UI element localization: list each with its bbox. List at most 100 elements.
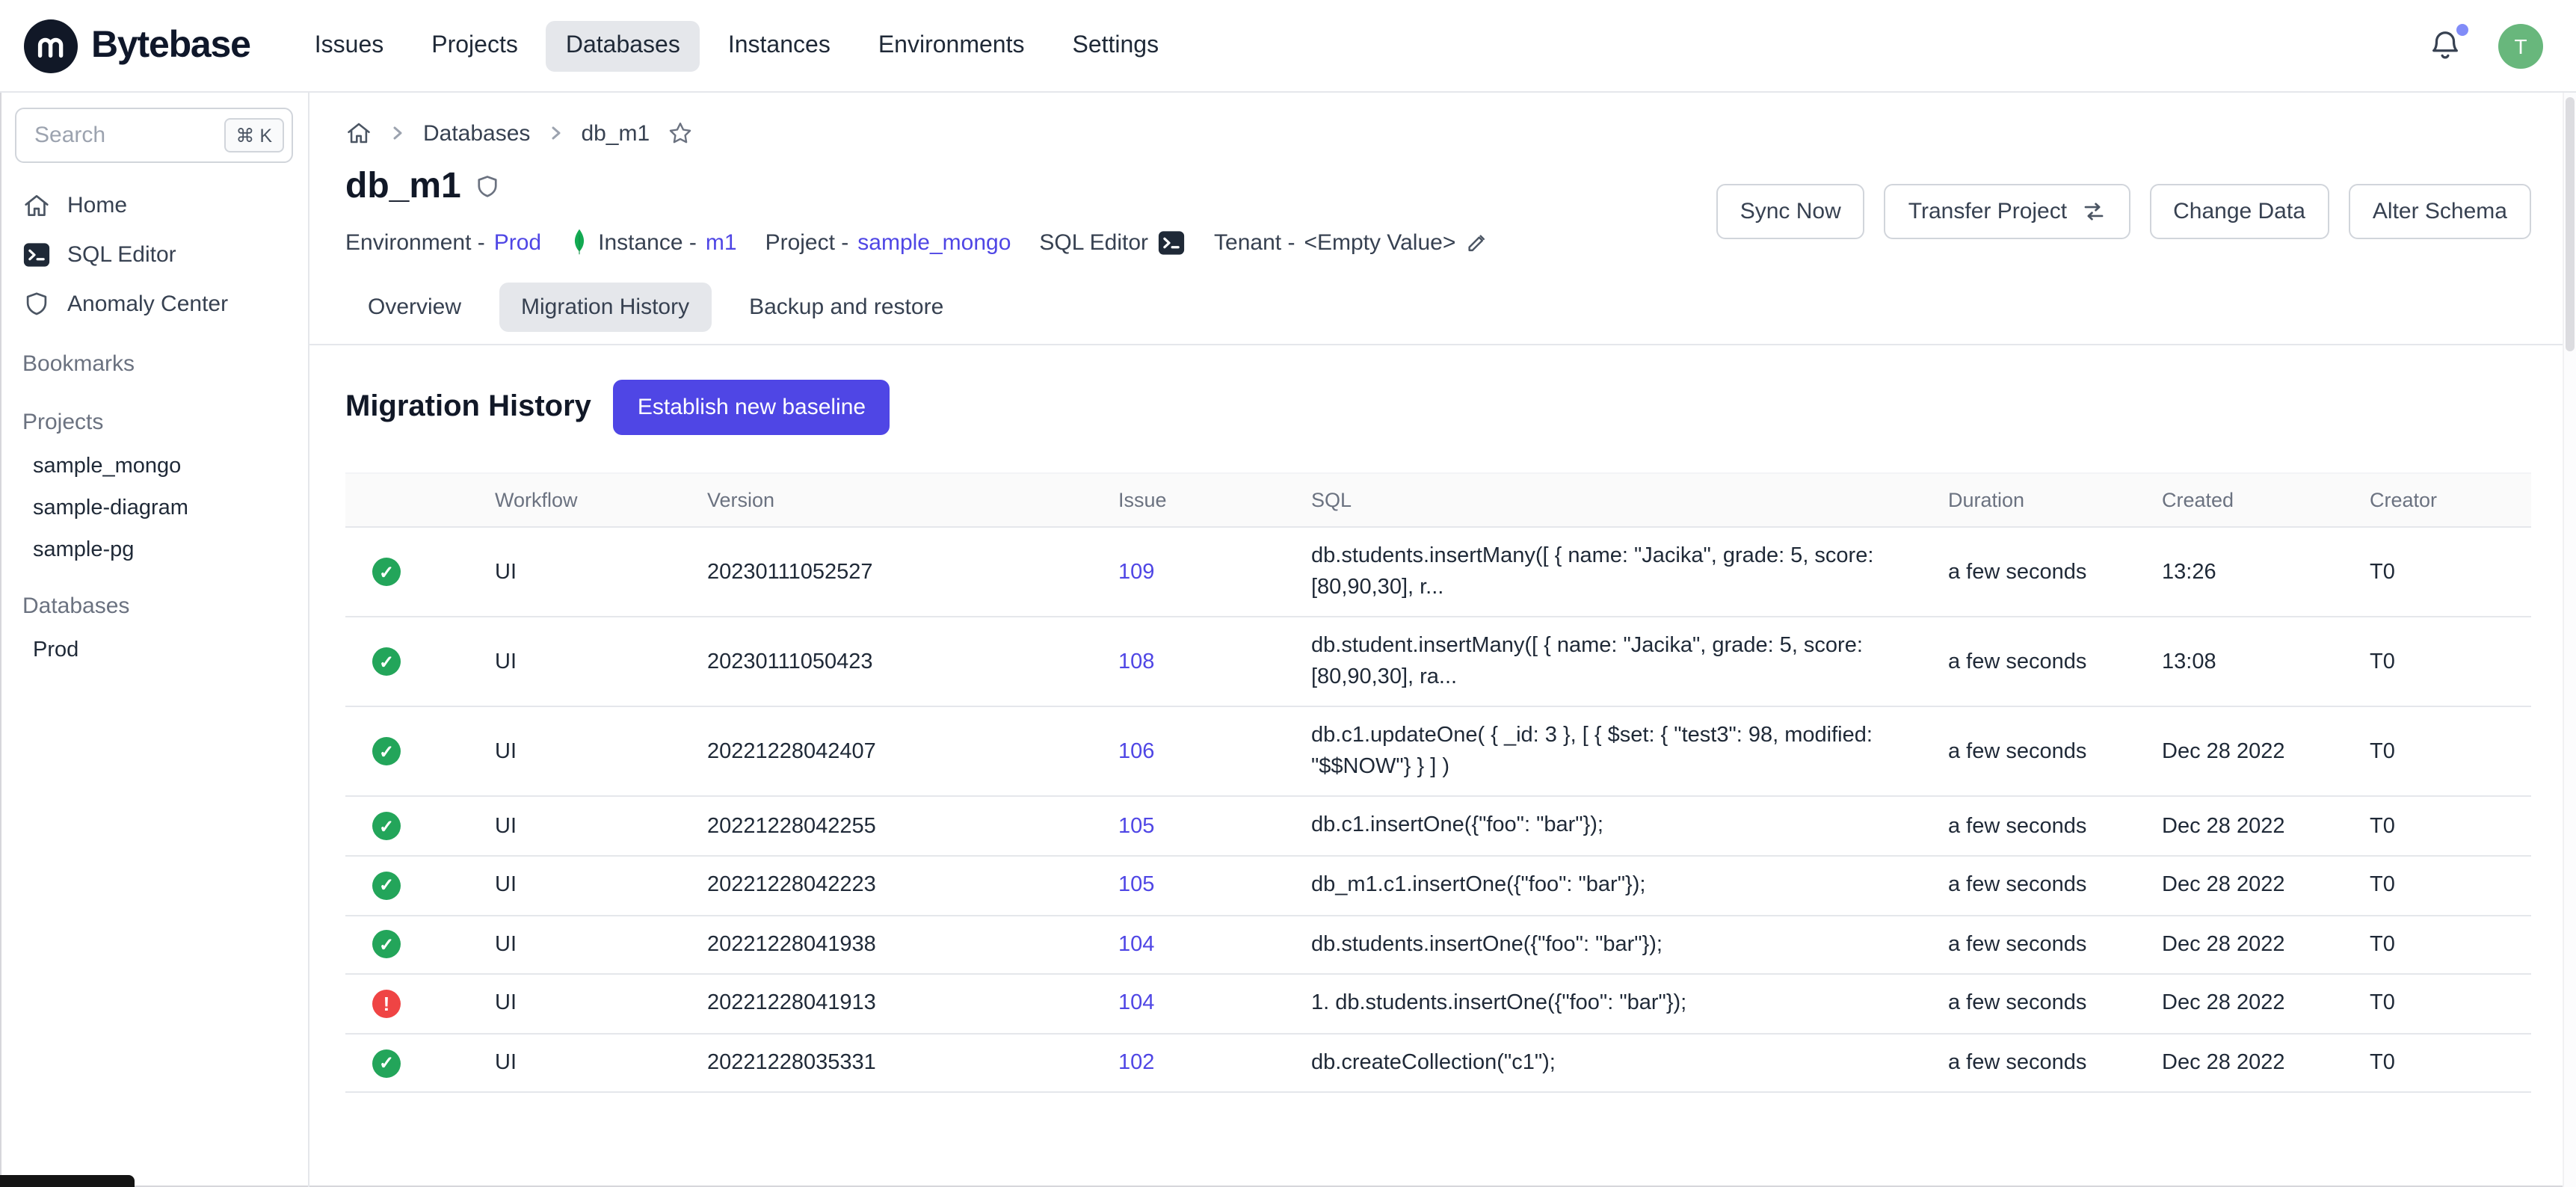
tab-backup-and-restore[interactable]: Backup and restore	[727, 283, 966, 332]
nav-instances[interactable]: Instances	[709, 20, 850, 71]
change-data-button[interactable]: Change Data	[2149, 184, 2329, 239]
sidebar-section-projects: Projects	[0, 387, 308, 445]
migration-status-icon	[372, 558, 401, 586]
sidebar-section-bookmarks: Bookmarks	[0, 329, 308, 387]
page-header: db_m1 Environment - Prod Instance - m1	[345, 166, 2531, 257]
created-cell: 13:08	[2162, 617, 2370, 706]
created-cell: 13:26	[2162, 527, 2370, 617]
issue-link[interactable]: 108	[1118, 650, 1154, 673]
nav-settings[interactable]: Settings	[1053, 20, 1178, 71]
nav-issues[interactable]: Issues	[295, 20, 404, 71]
issue-link[interactable]: 104	[1118, 992, 1154, 1016]
sql-cell: db.c1.insertOne({"foo": "bar"});	[1311, 797, 1948, 856]
project-link[interactable]: sample_mongo	[857, 229, 1011, 255]
workflow-cell: UI	[495, 1034, 707, 1093]
edit-pencil-icon[interactable]	[1464, 230, 1488, 254]
sidebar-item-sql-editor[interactable]: SQL Editor	[0, 230, 308, 280]
migration-status-icon	[372, 647, 401, 676]
sidebar-item-anomaly-center[interactable]: Anomaly Center	[0, 280, 308, 329]
transfer-project-button[interactable]: Transfer Project	[1885, 184, 2130, 239]
migration-history-panel: Migration History Establish new baseline…	[345, 345, 2531, 1094]
avatar-initial: T	[2514, 34, 2527, 58]
alter-schema-button[interactable]: Alter Schema	[2349, 184, 2531, 239]
brand[interactable]: Bytebase	[24, 19, 250, 73]
duration-cell: a few seconds	[1948, 707, 2162, 797]
search-input[interactable]: Search ⌘ K	[15, 108, 293, 163]
tab-migration-history[interactable]: Migration History	[499, 283, 712, 332]
migration-row[interactable]: UI 20221228041913 104 1. db.students.ins…	[345, 974, 2531, 1033]
breadcrumb-databases[interactable]: Databases	[423, 120, 530, 146]
col-creator: Creator	[2370, 473, 2531, 527]
creator-cell: T0	[2370, 856, 2531, 915]
sync-now-button[interactable]: Sync Now	[1716, 184, 1865, 239]
duration-cell: a few seconds	[1948, 915, 2162, 974]
bookmark-star-icon[interactable]	[666, 120, 693, 147]
scrollbar-thumb[interactable]	[2566, 97, 2575, 351]
sql-editor-icon[interactable]	[1157, 228, 1186, 256]
breadcrumb: Databases db_m1	[345, 93, 2531, 147]
issue-link[interactable]: 104	[1118, 933, 1154, 957]
establish-baseline-button[interactable]: Establish new baseline	[614, 380, 890, 435]
created-cell: Dec 28 2022	[2162, 856, 2370, 915]
sql-cell: db.students.insertMany([ { name: "Jacika…	[1311, 527, 1948, 617]
version-cell: 20221228041938	[707, 915, 1118, 974]
sidebar: Search ⌘ K Home SQL Editor Anomaly Cente…	[0, 93, 309, 1187]
nav-environments[interactable]: Environments	[859, 20, 1044, 71]
migration-row[interactable]: UI 20230111052527 109 db.students.insert…	[345, 527, 2531, 617]
col-issue: Issue	[1118, 473, 1311, 527]
nav-projects[interactable]: Projects	[412, 20, 537, 71]
issue-link[interactable]: 109	[1118, 560, 1154, 584]
sidebar-database-prod[interactable]: Prod	[0, 629, 308, 671]
sidebar-item-home[interactable]: Home	[0, 181, 308, 230]
migration-status-icon	[372, 1049, 401, 1077]
page-actions: Sync Now Transfer Project Change Data Al…	[1716, 184, 2531, 239]
main-content: Databases db_m1 db_m1 Environment - Prod	[309, 93, 2576, 1187]
environment-link[interactable]: Prod	[494, 229, 541, 255]
issue-link[interactable]: 105	[1118, 815, 1154, 839]
chevron-right-icon	[389, 124, 407, 142]
nav-databases[interactable]: Databases	[546, 20, 700, 71]
section-heading: Migration History	[345, 390, 591, 425]
migration-row[interactable]: UI 20221228035331 102 db.createCollectio…	[345, 1034, 2531, 1093]
notification-bell-icon[interactable]	[2428, 28, 2462, 64]
transfer-project-label: Transfer Project	[1908, 199, 2067, 224]
breadcrumb-home-icon[interactable]	[345, 120, 372, 147]
app-window: Bytebase Issues Projects Databases Insta…	[0, 0, 2576, 1187]
creator-cell: T0	[2370, 1034, 2531, 1093]
workflow-cell: UI	[495, 707, 707, 797]
migration-row[interactable]: UI 20221228041938 104 db.students.insert…	[345, 915, 2531, 974]
creator-cell: T0	[2370, 707, 2531, 797]
duration-cell: a few seconds	[1948, 856, 2162, 915]
sidebar-item-label: Anomaly Center	[67, 292, 228, 317]
creator-cell: T0	[2370, 527, 2531, 617]
creator-cell: T0	[2370, 915, 2531, 974]
issue-link[interactable]: 106	[1118, 740, 1154, 764]
terminal-icon	[22, 241, 51, 269]
avatar[interactable]: T	[2498, 23, 2543, 68]
col-version: Version	[707, 473, 1118, 527]
sidebar-item-label: SQL Editor	[67, 242, 176, 268]
issue-link[interactable]: 105	[1118, 874, 1154, 898]
instance-link[interactable]: m1	[706, 229, 737, 255]
tab-overview[interactable]: Overview	[345, 283, 484, 332]
created-cell: Dec 28 2022	[2162, 797, 2370, 856]
workflow-cell: UI	[495, 527, 707, 617]
migration-row[interactable]: UI 20221228042255 105 db.c1.insertOne({"…	[345, 797, 2531, 856]
sql-cell: 1. db.students.insertOne({"foo": "bar"})…	[1311, 974, 1948, 1033]
col-status	[345, 473, 495, 527]
bottom-left-toast	[0, 1175, 135, 1187]
issue-link[interactable]: 102	[1118, 1051, 1154, 1075]
breadcrumb-db-m1: db_m1	[581, 120, 650, 146]
workflow-cell: UI	[495, 915, 707, 974]
migration-row[interactable]: UI 20230111050423 108 db.student.insertM…	[345, 617, 2531, 706]
version-cell: 20221228035331	[707, 1034, 1118, 1093]
migration-row[interactable]: UI 20221228042223 105 db_m1.c1.insertOne…	[345, 856, 2531, 915]
sql-editor-label: SQL Editor	[1039, 229, 1148, 255]
scrollbar[interactable]	[2563, 93, 2576, 1187]
migration-row[interactable]: UI 20221228042407 106 db.c1.updateOne( {…	[345, 707, 2531, 797]
workflow-cell: UI	[495, 974, 707, 1033]
col-created: Created	[2162, 473, 2370, 527]
sidebar-project-sample-mongo[interactable]: sample_mongo	[0, 445, 308, 487]
sidebar-project-sample-diagram[interactable]: sample-diagram	[0, 487, 308, 529]
sidebar-project-sample-pg[interactable]: sample-pg	[0, 529, 308, 571]
